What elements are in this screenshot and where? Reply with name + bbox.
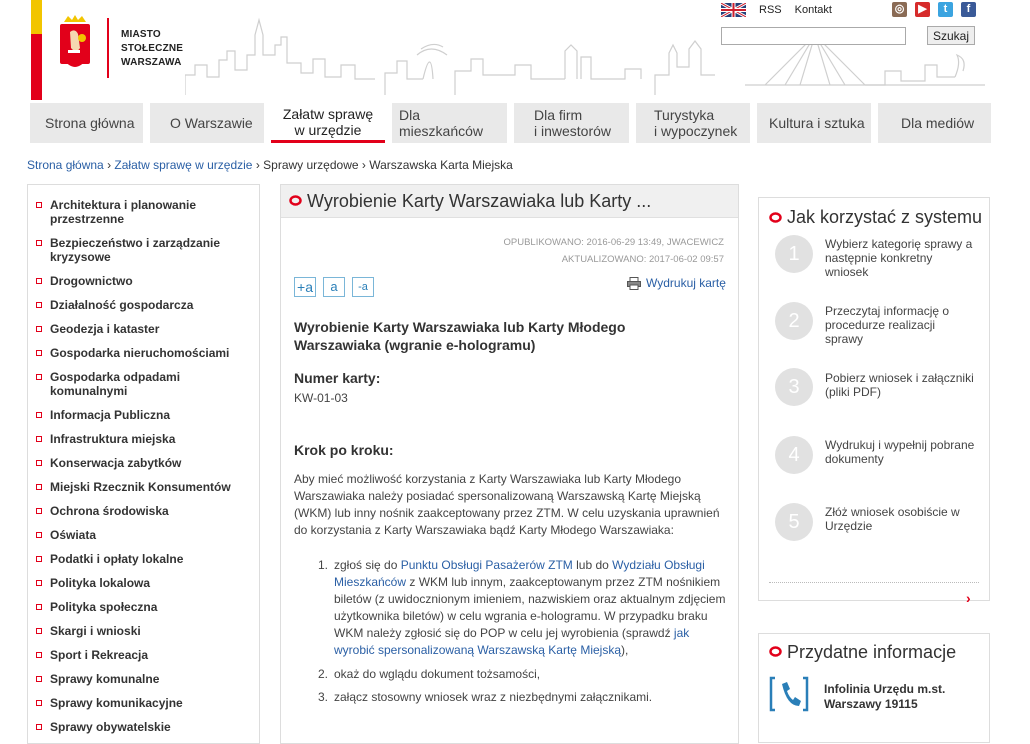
nav-tab-zalatw-sprawe[interactable]: Załatw sprawę w urzędzie	[271, 103, 385, 143]
step-text: Przeczytaj informację o procedurze reali…	[825, 304, 950, 346]
nav-tab-dla-firm[interactable]: Dla firm i inwestorów	[514, 103, 629, 143]
nav-tab-dla-mediow[interactable]: Dla mediów	[878, 103, 991, 143]
step-text: Pobierz wniosek i załączniki (pliki PDF)	[825, 371, 974, 399]
sidebar-item-podatki[interactable]: Podatki i opłaty lokalne	[36, 552, 250, 566]
sidebar-item-komunikacyjne[interactable]: Sprawy komunikacyjne	[36, 696, 250, 710]
step-text: Złóż wniosek osobiście w Urzędzie	[825, 505, 960, 533]
breadcrumb: Strona główna › Załatw sprawę w urzędzie…	[27, 158, 513, 172]
next-arrow-icon[interactable]: ›	[966, 590, 971, 606]
main-content: Wyrobienie Karty Warszawiaka lub Karty .…	[280, 184, 739, 744]
sidebar-item-rzecznik[interactable]: Miejski Rzecznik Konsumentów	[36, 480, 250, 494]
sidebar-item-skargi[interactable]: Skargi i wnioski	[36, 624, 250, 638]
instagram-icon[interactable]: ◎	[892, 2, 907, 17]
category-sidebar: Architektura i planowanie przestrzenne B…	[27, 184, 260, 744]
breadcrumb-zalatw[interactable]: Załatw sprawę w urzędzie	[114, 158, 252, 172]
card-number-heading: Numer karty:	[294, 370, 381, 386]
step-number: 5	[775, 503, 813, 541]
published-date: OPUBLIKOWANO: 2016-06-29 13:49, JWACEWIC…	[503, 237, 724, 248]
section-marker-icon	[769, 212, 782, 223]
card-number-value: KW-01-03	[294, 391, 348, 405]
sidebar-item-komunalne[interactable]: Sprawy komunalne	[36, 672, 250, 686]
sidebar-item-srodowisko[interactable]: Ochrona środowiska	[36, 504, 250, 518]
sidebar-item-spoleczna[interactable]: Polityka społeczna	[36, 600, 250, 614]
how-to-widget: Jak korzystać z systemu 1 Wybierz katego…	[758, 197, 990, 606]
main-title-bar: Wyrobienie Karty Warszawiaka lub Karty .…	[281, 185, 738, 218]
sidebar-item-architektura[interactable]: Architektura i planowanie przestrzenne	[36, 198, 250, 226]
useful-info-title: Przydatne informacje	[787, 642, 957, 662]
list-item: 3. załącz stosowny wniosek wraz z niezbę…	[318, 690, 653, 704]
social-icons: ◎ ▶ t f	[892, 2, 976, 17]
sidebar-item-bezpieczenstwo[interactable]: Bezpieczeństwo i zarządzanie kryzysowe	[36, 236, 250, 264]
divider	[769, 582, 979, 583]
breadcrumb-separator: ›	[361, 158, 366, 172]
nav-tab-dla-mieszkancow[interactable]: Dla mieszkańców	[392, 103, 507, 143]
kontakt-link[interactable]: Kontakt	[795, 4, 832, 16]
phone-icon[interactable]	[769, 674, 809, 714]
sidebar-item-nieruchomosci[interactable]: Gospodarka nieruchomościami	[36, 346, 250, 360]
breadcrumb-sprawy[interactable]: Sprawy urzędowe	[263, 158, 358, 172]
step-text: Wybierz kategorię sprawy a następnie kon…	[825, 237, 973, 279]
updated-date: AKTUALIZOWANO: 2017-06-02 09:57	[561, 254, 724, 265]
step-number: 1	[775, 235, 813, 273]
font-normal-button[interactable]: a	[323, 277, 345, 297]
top-links: RSS Kontakt	[721, 3, 845, 17]
sidebar-item-infrastruktura[interactable]: Infrastruktura miejska	[36, 432, 250, 446]
twitter-icon[interactable]: t	[938, 2, 953, 17]
sidebar-item-sport[interactable]: Sport i Rekreacja	[36, 648, 250, 662]
uk-flag-icon[interactable]	[721, 3, 746, 17]
step-number: 2	[775, 302, 813, 340]
sidebar-item-dzialalnosc[interactable]: Działalność gospodarcza	[36, 298, 250, 312]
logo-divider	[107, 18, 109, 78]
nav-tab-kultura[interactable]: Kultura i sztuka	[757, 103, 871, 143]
section-marker-icon	[289, 195, 302, 206]
list-item: 1. zgłoś się do Punktu Obsługi Pasażerów…	[318, 558, 726, 657]
steps-heading: Krok po kroku:	[294, 442, 394, 458]
how-to-title: Jak korzystać z systemu	[787, 207, 983, 227]
breadcrumb-separator: ›	[107, 158, 112, 172]
nav-tab-strona-glowna[interactable]: Strona główna	[30, 103, 143, 143]
jak-wyrobic-link[interactable]: jak	[674, 626, 689, 640]
step-text: Wydrukuj i wypełnij pobrane dokumenty	[825, 438, 975, 466]
sidebar-item-lokalowa[interactable]: Polityka lokalowa	[36, 576, 250, 590]
nav-tab-o-warszawie[interactable]: O Warszawie	[150, 103, 264, 143]
flag-strip	[31, 0, 42, 100]
useful-info-widget: Przydatne informacje Infolinia Urzędu m.…	[758, 633, 990, 743]
sidebar-item-zabytki[interactable]: Konserwacja zabytków	[36, 456, 250, 470]
sidebar-item-odpady[interactable]: Gospodarka odpadami komunalnymi	[36, 370, 210, 398]
facebook-icon[interactable]: f	[961, 2, 976, 17]
hotline-info[interactable]: Infolinia Urzędu m.st. Warszawy 19115	[824, 682, 945, 712]
search-input[interactable]	[721, 27, 906, 45]
nav-tab-turystyka[interactable]: Turystyka i wypoczynek	[636, 103, 750, 143]
jak-wyrobic-link[interactable]: wyrobić spersonalizowaną Warszawską Kart…	[334, 643, 621, 657]
search-button[interactable]: Szukaj	[927, 26, 975, 45]
breadcrumb-current: Warszawska Karta Miejska	[369, 158, 513, 172]
wydzial-obslugi-link[interactable]: Wydziału Obsługi	[612, 558, 705, 572]
sidebar-item-obywatelskie[interactable]: Sprawy obywatelskie	[36, 720, 250, 734]
document-title: Wyrobienie Karty Warszawiaka lub Karty M…	[294, 319, 626, 353]
pop-ztm-link[interactable]: Punktu Obsługi Pasażerów ZTM	[401, 558, 573, 572]
intro-paragraph: Aby mieć możliwość korzystania z Karty W…	[294, 472, 720, 537]
page-title: Wyrobienie Karty Warszawiaka lub Karty .…	[307, 191, 652, 211]
printer-icon	[627, 276, 641, 290]
step-number: 3	[775, 368, 813, 406]
youtube-icon[interactable]: ▶	[915, 2, 930, 17]
warsaw-crest-logo[interactable]	[58, 14, 92, 76]
sidebar-item-geodezja[interactable]: Geodezja i kataster	[36, 322, 250, 336]
list-item: 2. okaż do wglądu dokument tożsamości,	[318, 667, 541, 681]
font-increase-button[interactable]: +a	[294, 277, 316, 297]
breadcrumb-separator: ›	[255, 158, 260, 172]
wydzial-obslugi-link[interactable]: Mieszkańców	[334, 575, 406, 589]
main-navigation: Strona główna O Warszawie Załatw sprawę w…	[30, 103, 991, 143]
font-decrease-button[interactable]: -a	[352, 277, 374, 297]
breadcrumb-home[interactable]: Strona główna	[27, 158, 104, 172]
sidebar-item-drogownictwo[interactable]: Drogownictwo	[36, 274, 250, 288]
logo-text[interactable]: MIASTO STOŁECZNE WARSZAWA	[121, 28, 183, 70]
sidebar-item-oswiata[interactable]: Oświata	[36, 528, 250, 542]
sidebar-item-informacja[interactable]: Informacja Publiczna	[36, 408, 250, 422]
step-number: 4	[775, 436, 813, 474]
print-card-link[interactable]: Wydrukuj kartę	[627, 276, 726, 290]
section-marker-icon	[769, 646, 782, 657]
rss-link[interactable]: RSS	[759, 4, 782, 16]
